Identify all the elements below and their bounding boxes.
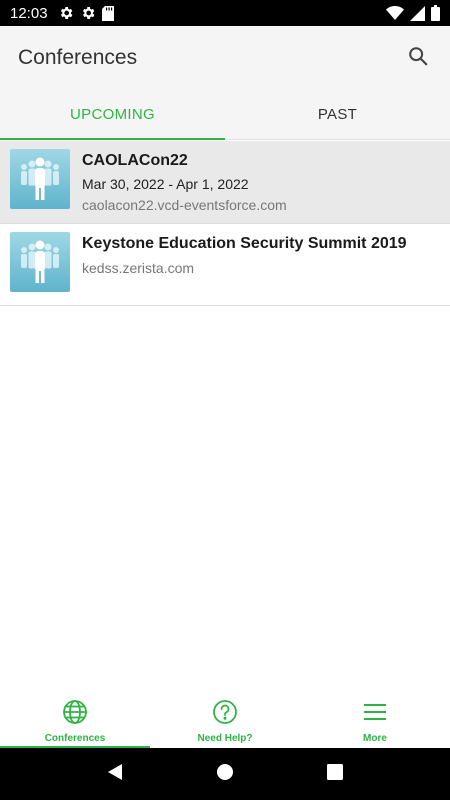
- conference-details: Keystone Education Security Summit 2019 …: [82, 232, 407, 297]
- tab-label: PAST: [317, 106, 358, 123]
- app-bar: Conferences: [0, 26, 450, 90]
- bottom-navigation: Conferences Need Help? More: [0, 694, 450, 748]
- tab-upcoming[interactable]: UPCOMING: [0, 90, 225, 140]
- conference-url: kedss.zerista.com: [82, 260, 195, 276]
- globe-icon: [62, 699, 88, 730]
- status-icons-left: [58, 5, 114, 21]
- nav-label: Conferences: [44, 732, 106, 744]
- sd-card-icon: [101, 5, 114, 21]
- nav-label: More: [363, 732, 387, 744]
- help-circle-icon: [212, 699, 238, 730]
- list-item[interactable]: Keystone Education Security Summit 2019 …: [0, 224, 450, 306]
- status-bar: 12:03: [0, 0, 450, 26]
- page-title: Conferences: [18, 46, 138, 69]
- recents-icon: [327, 763, 343, 785]
- wifi-icon: [386, 6, 404, 20]
- conference-url: caolacon22.vcd-eventsforce.com: [82, 197, 287, 213]
- home-button[interactable]: [205, 754, 245, 794]
- battery-icon: [431, 5, 440, 21]
- conference-dates: Mar 30, 2022 - Apr 1, 2022: [82, 176, 249, 192]
- search-icon: [407, 45, 429, 72]
- tab-past[interactable]: PAST: [225, 90, 450, 139]
- conference-details: CAOLACon22 Mar 30, 2022 - Apr 1, 2022 ca…: [82, 149, 287, 215]
- conference-thumbnail: [10, 232, 70, 292]
- system-navigation-bar: [0, 748, 450, 800]
- conference-title: CAOLACon22: [82, 152, 188, 169]
- gear-icon: [58, 5, 74, 21]
- gear-icon: [80, 5, 96, 21]
- status-icons-right: [386, 5, 440, 21]
- tab-label: UPCOMING: [70, 106, 155, 123]
- back-button[interactable]: [95, 754, 135, 794]
- nav-conferences[interactable]: Conferences: [0, 694, 150, 748]
- search-button[interactable]: [404, 44, 432, 72]
- status-time: 12:03: [10, 4, 48, 22]
- nav-need-help[interactable]: Need Help?: [150, 694, 300, 748]
- tab-bar: UPCOMING PAST: [0, 90, 450, 140]
- nav-more[interactable]: More: [300, 694, 450, 748]
- recents-button[interactable]: [315, 754, 355, 794]
- tab-indicator: [0, 138, 225, 140]
- menu-icon: [362, 699, 388, 730]
- nav-label: Need Help?: [197, 732, 253, 744]
- conference-thumbnail: [10, 149, 70, 209]
- home-icon: [216, 763, 234, 786]
- signal-icon: [410, 5, 425, 21]
- conference-list: CAOLACon22 Mar 30, 2022 - Apr 1, 2022 ca…: [0, 141, 450, 306]
- list-item[interactable]: CAOLACon22 Mar 30, 2022 - Apr 1, 2022 ca…: [0, 141, 450, 224]
- back-icon: [106, 763, 124, 786]
- conference-title: Keystone Education Security Summit 2019: [82, 235, 407, 252]
